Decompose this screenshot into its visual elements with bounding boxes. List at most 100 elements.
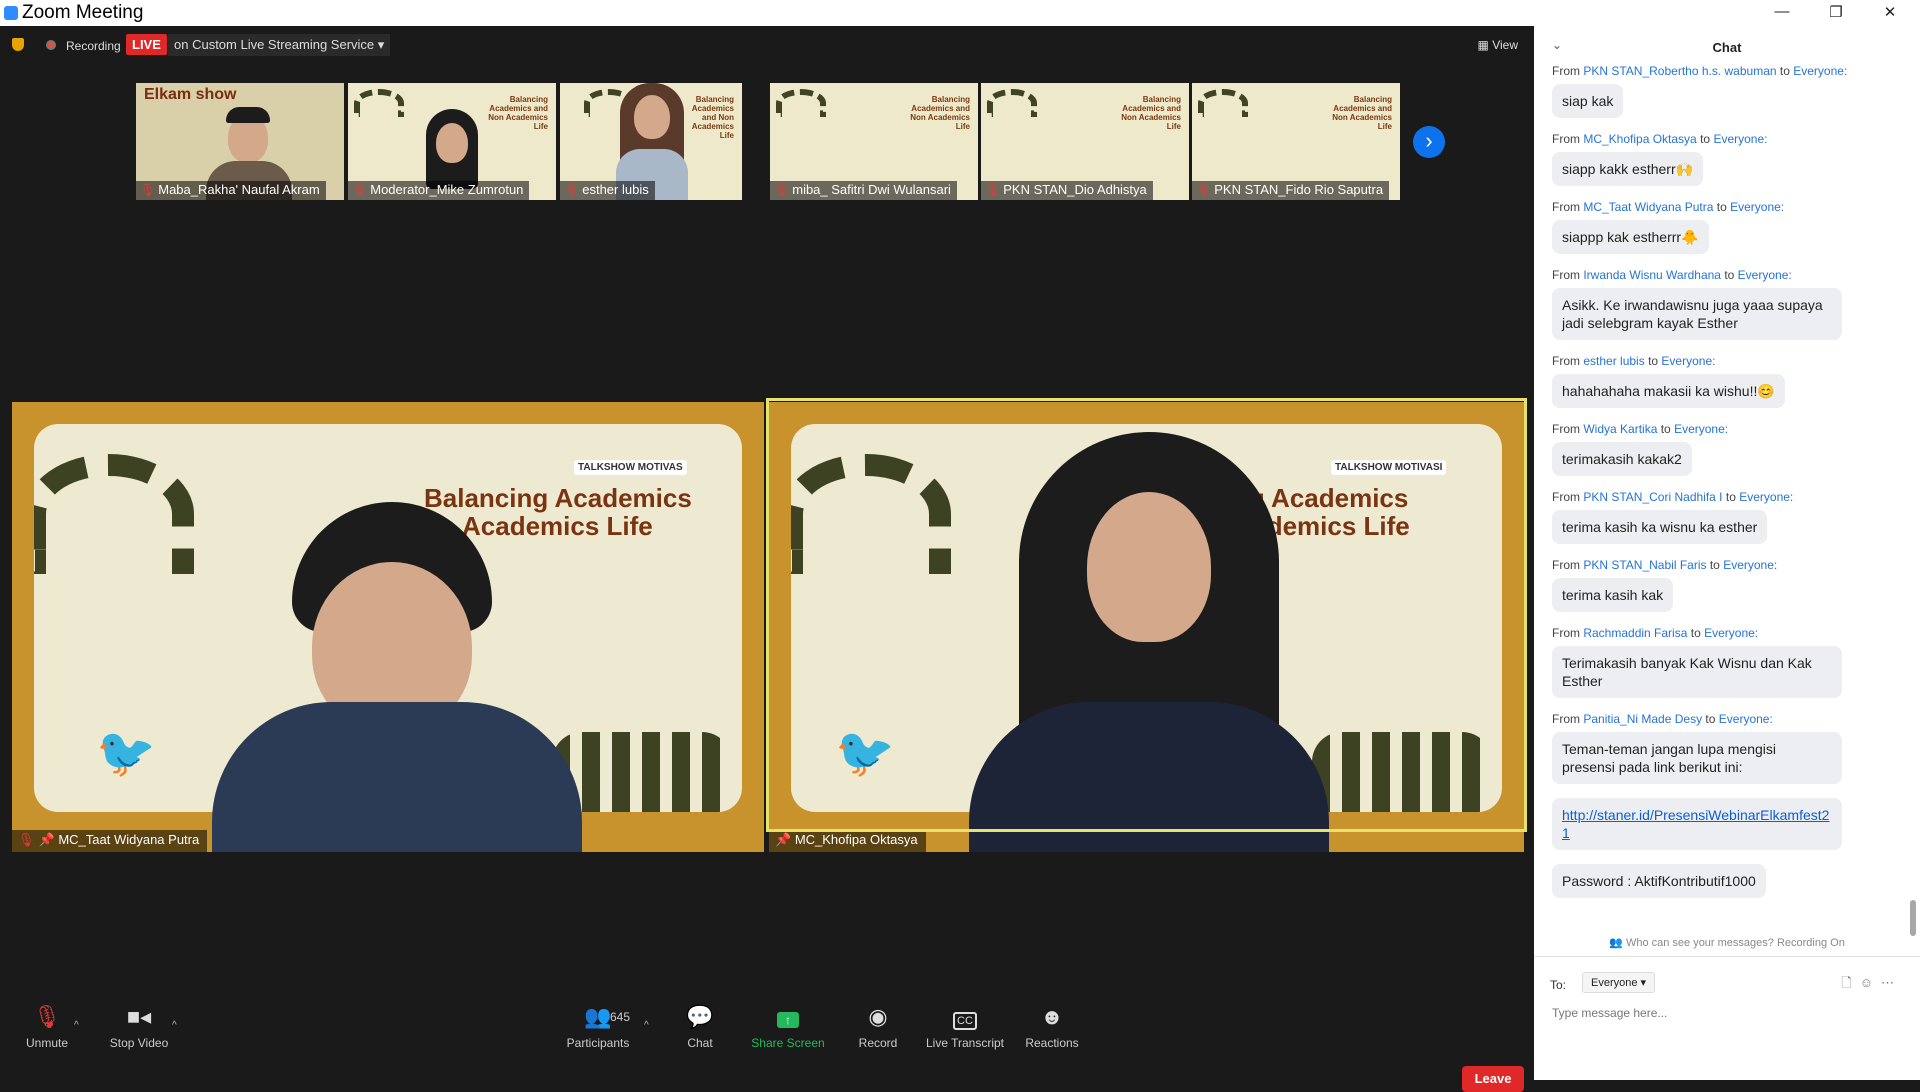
security-shield-icon[interactable] — [12, 38, 24, 51]
video-tile-mc-khofipa[interactable]: TALKSHOW MOTIVASI ancing Academics on Aca… — [769, 402, 1524, 852]
sender-name[interactable]: MC_Taat Widyana Putra — [1583, 200, 1713, 214]
chat-message-text: Asikk. Ke irwandawisnu juga yaaa supaya … — [1552, 288, 1842, 340]
recipient-name[interactable]: Everyone: — [1723, 558, 1777, 572]
recipient-name[interactable]: Everyone: — [1713, 132, 1767, 146]
chat-message-sender: From PKN STAN_Cori Nadhifa I to Everyone… — [1552, 490, 1794, 504]
chat-message-sender: From Rachmaddin Farisa to Everyone: — [1552, 626, 1759, 640]
live-stream-dropdown[interactable]: on Custom Live Streaming Service ▾ — [168, 34, 391, 56]
participant-name: 🎙 📌 MC_Taat Widyana Putra — [12, 830, 208, 852]
participant-thumbnail[interactable]: Balancing Academics and Non Academics Li… — [1192, 83, 1400, 200]
unmute-button[interactable]: 🎙 Unmute — [22, 1004, 72, 1050]
reactions-button[interactable]: ☻ Reactions — [1024, 1004, 1080, 1050]
next-page-button[interactable]: › — [1413, 126, 1445, 158]
close-button[interactable]: ✕ — [1870, 3, 1910, 23]
meeting-area: Recording LIVE on Custom Live Streaming … — [0, 26, 1534, 1092]
participant-name: 🎙 Maba_Rakha' Naufal Akram — [136, 181, 326, 200]
sender-name[interactable]: Panitia_Ni Made Desy — [1583, 712, 1702, 726]
stop-video-label: Stop Video — [109, 1036, 169, 1050]
muted-mic-icon: 🎙 — [1196, 183, 1212, 197]
live-transcript-button[interactable]: CC Live Transcript — [924, 1004, 1006, 1050]
grid-icon: ▦ — [1477, 38, 1489, 52]
participants-options-caret[interactable]: ^ — [644, 1020, 649, 1031]
view-button[interactable]: ▦ View — [1478, 38, 1518, 52]
participant-thumbnail[interactable]: Balancing Academics and Non Academics Li… — [770, 83, 978, 200]
talkshow-badge: TALKSHOW MOTIVAS — [574, 460, 687, 475]
chat-message-sender: From PKN STAN_Nabil Faris to Everyone: — [1552, 558, 1778, 572]
privacy-notice[interactable]: 👥 Who can see your messages? Recording O… — [1534, 936, 1920, 949]
video-tile-mc-taat[interactable]: TALKSHOW MOTIVAS Balancing Academics on A… — [12, 402, 764, 852]
sender-name[interactable]: Rachmaddin Farisa — [1583, 626, 1687, 640]
sender-name[interactable]: PKN STAN_Nabil Faris — [1583, 558, 1706, 572]
chevron-down-icon: ▾ — [377, 37, 385, 52]
record-icon: ◉ — [868, 1004, 888, 1029]
recipient-name[interactable]: Everyone: — [1674, 422, 1728, 436]
participants-button[interactable]: 👥 645 Participants — [562, 1004, 634, 1050]
recipient-name[interactable]: Everyone: — [1730, 200, 1784, 214]
chat-message-sender: From Irwanda Wisnu Wardhana to Everyone: — [1552, 268, 1792, 282]
sender-name[interactable]: Irwanda Wisnu Wardhana — [1583, 268, 1721, 282]
meeting-top-bar: Recording LIVE on Custom Live Streaming … — [0, 26, 1534, 62]
recipient-name[interactable]: Everyone: — [1661, 354, 1715, 368]
chat-label: Chat — [687, 1036, 713, 1050]
maximize-button[interactable]: ❐ — [1816, 3, 1856, 23]
chat-message: From Irwanda Wisnu Wardhana to Everyone:… — [1552, 268, 1892, 354]
audio-options-caret[interactable]: ^ — [74, 1020, 79, 1031]
muted-microphone-icon: 🎙 — [33, 1004, 61, 1029]
slide-headline: Balancing Academics and Non Academics Li… — [1332, 95, 1392, 131]
people-icon: 👥 — [1609, 937, 1623, 949]
chat-message-sender: From MC_Taat Widyana Putra to Everyone: — [1552, 200, 1785, 214]
chat-message-sender: From Widya Kartika to Everyone: — [1552, 422, 1729, 436]
chat-message-text: terima kasih ka wisnu ka esther — [1552, 510, 1768, 544]
slide-headline: Balancing Academics and Non Academics Li… — [691, 95, 734, 140]
muted-mic-icon: 🎙 — [985, 183, 1001, 197]
chat-message-sender: From MC_Khofipa Oktasya to Everyone: — [1552, 132, 1768, 146]
leave-button[interactable]: Leave — [1462, 1066, 1524, 1092]
sender-name[interactable]: Widya Kartika — [1583, 422, 1657, 436]
talkshow-badge: TALKSHOW MOTIVASI — [1331, 460, 1447, 475]
sender-name[interactable]: PKN STAN_Robertho h.s. wabuman — [1583, 64, 1776, 78]
chat-message: From PKN STAN_Cori Nadhifa I to Everyone… — [1552, 490, 1892, 558]
muted-mic-icon: 🎙 — [18, 832, 35, 847]
participant-thumbnail[interactable]: Balancing Academics and Non Academics Li… — [348, 83, 556, 200]
share-screen-button[interactable]: ↑ Share Screen — [750, 1004, 826, 1050]
stop-video-button[interactable]: ■◂ Stop Video — [106, 1004, 172, 1050]
participant-thumbnail[interactable]: Balancing Academics and Non Academics Li… — [981, 83, 1189, 200]
smiley-plus-icon: ☻ — [1040, 1004, 1064, 1029]
chat-scrollbar[interactable] — [1910, 70, 1916, 940]
minimize-button[interactable]: — — [1762, 3, 1802, 23]
chat-message-link[interactable]: http://staner.id/PresensiWebinarElkamfes… — [1552, 798, 1842, 850]
slide-headline: Balancing Academics and Non Academics Li… — [488, 95, 548, 131]
chat-message-text: terimakasih kakak2 — [1552, 442, 1692, 476]
sender-name[interactable]: PKN STAN_Cori Nadhifa I — [1583, 490, 1722, 504]
recipient-name[interactable]: Everyone: — [1719, 712, 1773, 726]
sender-name[interactable]: MC_Khofipa Oktasya — [1583, 132, 1696, 146]
chat-message-list[interactable]: From PKN STAN_Robertho h.s. wabuman to E… — [1552, 64, 1892, 924]
scrollbar-thumb[interactable] — [1910, 900, 1916, 936]
chat-button[interactable]: 💬 Chat — [680, 1004, 720, 1050]
more-icon[interactable]: ⋯ — [1881, 975, 1902, 990]
recipient-dropdown[interactable]: Everyone ▾ — [1582, 972, 1656, 993]
chat-bubble-icon: 💬 — [686, 1004, 714, 1029]
recipient-name[interactable]: Everyone: — [1704, 626, 1758, 640]
participant-thumbnail[interactable]: Balancing Academics and Non Academics Li… — [560, 83, 742, 200]
recipient-name[interactable]: Everyone: — [1793, 64, 1847, 78]
record-label: Record — [858, 1036, 898, 1050]
sender-name[interactable]: esther lubis — [1583, 354, 1644, 368]
chevron-down-icon: ▾ — [1640, 977, 1647, 989]
emoji-icon[interactable]: ☺ — [1860, 975, 1881, 990]
chat-message-input[interactable] — [1550, 1001, 1904, 1025]
recipient-name[interactable]: Everyone: — [1739, 490, 1793, 504]
chat-message-sender: From Panitia_Ni Made Desy to Everyone: — [1552, 712, 1773, 726]
chat-panel: ⌄ Chat From PKN STAN_Robertho h.s. wabum… — [1534, 26, 1920, 1080]
chat-message: From esther lubis to Everyone: hahahahaha… — [1552, 354, 1892, 422]
window-title: Zoom Meeting — [22, 2, 144, 23]
recording-label[interactable]: Recording — [66, 39, 121, 53]
participant-thumbnail[interactable]: Elkam show 🎙 Maba_Rakha' Naufal Akram — [136, 83, 344, 200]
record-button[interactable]: ◉ Record — [856, 1004, 900, 1050]
video-options-caret[interactable]: ^ — [172, 1020, 177, 1031]
recipient-name[interactable]: Everyone: — [1738, 268, 1792, 282]
pin-icon: 📌 — [38, 832, 55, 847]
pin-icon: 📌 — [775, 832, 792, 847]
file-icon[interactable]: 🗋 — [1841, 975, 1859, 990]
closed-caption-icon: CC — [924, 1004, 1006, 1030]
